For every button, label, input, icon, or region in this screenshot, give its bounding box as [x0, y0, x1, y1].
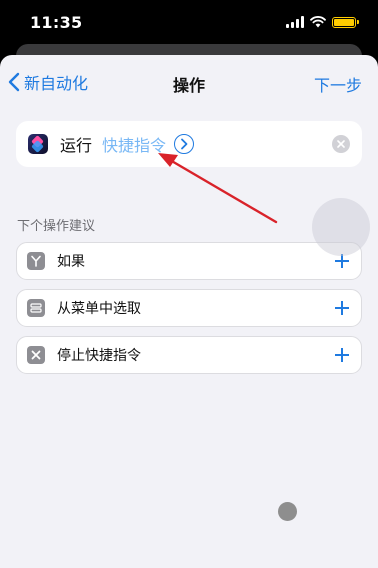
cellular-signal-icon: [286, 16, 304, 28]
shortcuts-app-icon: [28, 134, 48, 154]
branch-icon: [27, 252, 45, 270]
close-icon: [337, 140, 345, 148]
remove-action-button[interactable]: [332, 135, 350, 153]
menu-icon: [27, 299, 45, 317]
battery-icon: [332, 16, 359, 28]
next-button[interactable]: 下一步: [314, 72, 362, 96]
actions-sheet: 新自动化 操作 下一步 运行 快捷指令 下个操作建议 如果 从菜单中选取 停止快…: [0, 55, 378, 568]
wifi-icon: [310, 16, 326, 28]
navigation-bar: 新自动化 操作 下一步: [0, 55, 378, 107]
touch-indicator: [312, 198, 370, 256]
suggestion-choose-from-menu[interactable]: 从菜单中选取: [16, 289, 362, 327]
add-icon[interactable]: [333, 346, 351, 364]
stop-icon: [27, 346, 45, 364]
status-bar: 11:35: [0, 0, 378, 46]
chevron-right-circle-icon[interactable]: [174, 134, 195, 154]
suggestions-list: 如果 从菜单中选取 停止快捷指令: [16, 242, 362, 383]
shortcut-parameter[interactable]: 快捷指令: [102, 132, 166, 156]
status-time: 11:35: [30, 13, 83, 32]
add-icon[interactable]: [333, 299, 351, 317]
suggestion-label: 从菜单中选取: [57, 301, 141, 317]
suggestion-label: 停止快捷指令: [57, 348, 141, 364]
suggestion-label: 如果: [57, 254, 85, 270]
run-shortcut-action-card: 运行 快捷指令: [16, 121, 362, 167]
assistive-touch-button[interactable]: [278, 502, 297, 521]
suggestion-stop-shortcut[interactable]: 停止快捷指令: [16, 336, 362, 374]
suggestions-header: 下个操作建议: [17, 219, 96, 234]
suggestion-if[interactable]: 如果: [16, 242, 362, 280]
status-icons: [286, 16, 359, 28]
action-verb: 运行: [60, 136, 93, 155]
